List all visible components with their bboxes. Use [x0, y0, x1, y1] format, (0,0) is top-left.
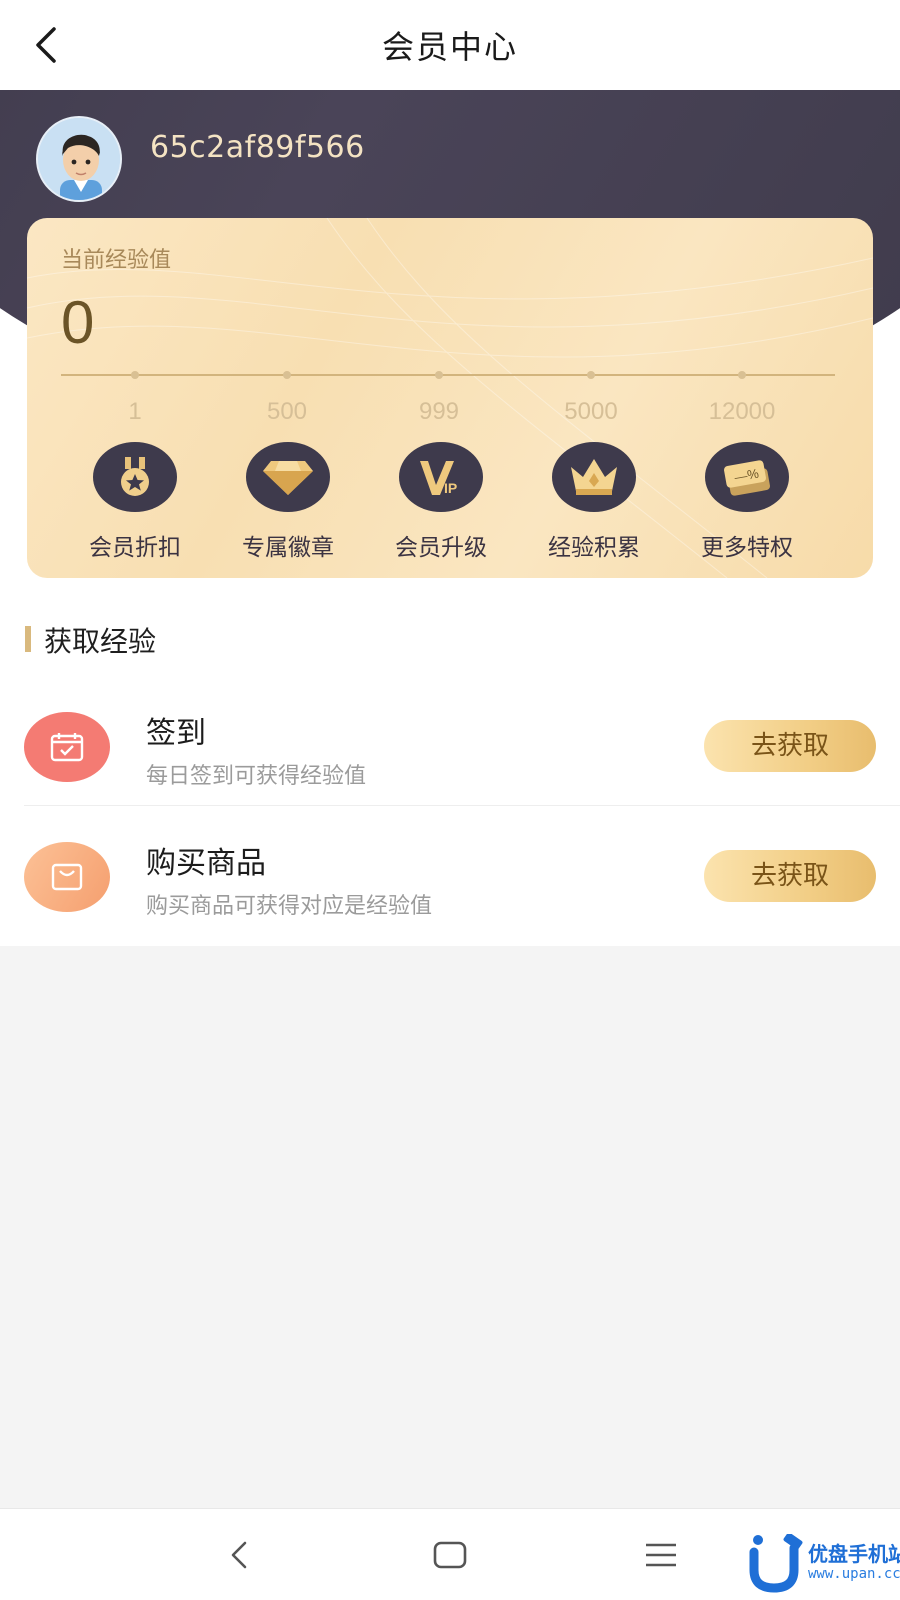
shopping-bag-icon — [24, 842, 110, 912]
section-title: 获取经验 — [44, 625, 157, 658]
medal-icon — [93, 442, 177, 512]
task-title: 购买商品 — [146, 846, 266, 881]
crown-icon — [552, 442, 636, 512]
nav-menu-button[interactable] — [636, 1533, 686, 1577]
milestone-dot — [587, 371, 595, 379]
diamond-icon — [246, 442, 330, 512]
square-icon — [433, 1541, 467, 1569]
perk-label: 更多特权 — [701, 535, 793, 561]
milestone-dot — [435, 371, 443, 379]
perk-more-privileges[interactable]: —% 更多特权 — [677, 442, 817, 562]
member-hero: 65c2af89f566 当前经验值 0 1 500 999 5000 1200… — [0, 90, 900, 650]
watermark-name: 优盘手机站 — [808, 1542, 900, 1566]
back-button[interactable] — [22, 22, 68, 68]
chevron-left-icon — [36, 27, 56, 63]
nav-back-button[interactable] — [214, 1533, 264, 1577]
milestone-label: 500 — [266, 398, 308, 425]
vip-icon: IP — [399, 442, 483, 512]
task-title: 签到 — [146, 716, 206, 751]
avatar[interactable] — [36, 116, 122, 202]
milestone-dot — [738, 371, 746, 379]
milestone-dot — [131, 371, 139, 379]
username: 65c2af89f566 — [150, 130, 365, 165]
user-avatar-icon — [38, 118, 120, 200]
perk-label: 会员升级 — [395, 535, 487, 561]
get-button-checkin[interactable]: 去获取 — [704, 720, 876, 772]
calendar-check-icon — [24, 712, 110, 782]
task-description: 购买商品可获得对应是经验值 — [146, 894, 433, 919]
page-title: 会员中心 — [381, 28, 518, 66]
get-button-purchase[interactable]: 去获取 — [704, 850, 876, 902]
perk-member-discount[interactable]: 会员折扣 — [65, 442, 205, 562]
experience-progress-track — [61, 374, 835, 376]
perk-label: 专属徽章 — [242, 535, 334, 561]
menu-icon — [646, 1543, 676, 1567]
experience-value: 0 — [61, 289, 95, 356]
list-item: 购买商品 购买商品可获得对应是经验值 去获取 — [0, 806, 900, 936]
experience-card: 当前经验值 0 1 500 999 5000 12000 会员折扣 专属徽章 I… — [27, 218, 873, 578]
watermark-url: www.upan.cc — [808, 1566, 900, 1582]
watermark: 优盘手机站 www.upan.cc — [748, 1534, 900, 1596]
milestone-label: 5000 — [564, 398, 618, 425]
perk-label: 会员折扣 — [89, 535, 181, 561]
milestone-label: 1 — [128, 398, 142, 425]
milestone-label: 12000 — [708, 398, 776, 425]
nav-home-button[interactable] — [425, 1533, 475, 1577]
list-item: 签到 每日签到可获得经验值 去获取 — [0, 676, 900, 806]
perk-experience-accumulation[interactable]: 经验积累 — [524, 442, 664, 562]
milestone-dot — [283, 371, 291, 379]
milestone-label: 999 — [418, 398, 460, 425]
coupon-icon: —% — [705, 442, 789, 512]
perk-exclusive-badge[interactable]: 专属徽章 — [218, 442, 358, 562]
section-header: 获取经验 — [0, 596, 900, 676]
task-description: 每日签到可获得经验值 — [146, 764, 367, 789]
perk-label: 经验积累 — [548, 535, 640, 561]
svg-text:IP: IP — [444, 480, 457, 496]
chevron-left-icon — [231, 1541, 247, 1569]
task-list: 签到 每日签到可获得经验值 去获取 购买商品 购买商品可获得对应是经验值 去获取 — [0, 676, 900, 946]
section-accent-bar — [25, 626, 31, 652]
perk-member-upgrade[interactable]: IP 会员升级 — [371, 442, 511, 562]
upan-logo-icon — [749, 1534, 803, 1593]
top-bar: 会员中心 — [0, 0, 900, 90]
experience-label: 当前经验值 — [61, 248, 172, 273]
